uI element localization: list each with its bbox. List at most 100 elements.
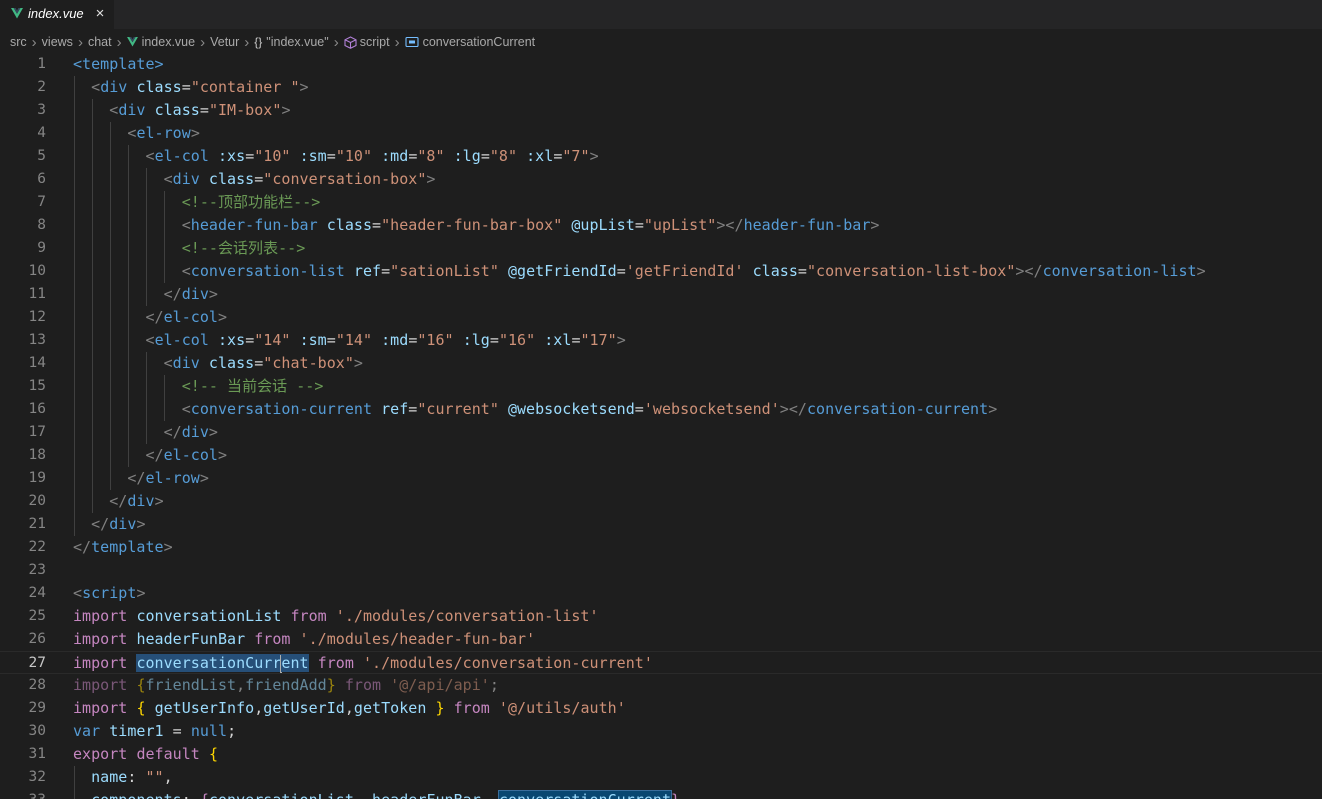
- breadcrumb-item[interactable]: index.vue: [126, 35, 195, 49]
- code-token: =: [616, 262, 626, 280]
- breadcrumb-label: src: [10, 35, 27, 49]
- code-line[interactable]: 16 <conversation-current ref="current" @…: [0, 398, 1322, 421]
- code-token: "upList": [643, 216, 717, 234]
- code-line[interactable]: 4 <el-row>: [0, 122, 1322, 145]
- code-line[interactable]: 8 <header-fun-bar class="header-fun-bar-…: [0, 214, 1322, 237]
- chevron-right-icon: ›: [394, 33, 400, 51]
- code-line[interactable]: 27 import conversationCurrent from './mod…: [0, 651, 1322, 674]
- code-line[interactable]: 17 </div>: [0, 421, 1322, 444]
- code-token: @getFriendId: [507, 262, 617, 280]
- code-token: :sm: [299, 331, 327, 349]
- code-token: =: [797, 262, 807, 280]
- line-number: 17: [28, 424, 46, 440]
- code-line[interactable]: 32 name: "",: [0, 766, 1322, 789]
- code-line[interactable]: 30 var timer1 = null;: [0, 720, 1322, 743]
- code-token: div: [181, 423, 209, 441]
- code-token: >: [589, 147, 599, 165]
- code-line[interactable]: 23: [0, 559, 1322, 582]
- tab-index-vue[interactable]: index.vue ×: [0, 0, 114, 29]
- code-token: :lg: [462, 331, 490, 349]
- code-text: <el-col :xs="14" :sm="14" :md="16" :lg="…: [73, 329, 626, 352]
- code-token: <: [91, 78, 101, 96]
- code-token: =: [181, 78, 191, 96]
- code-text: <el-row>: [73, 122, 200, 145]
- code-line[interactable]: 33 components: {conversationList, header…: [0, 789, 1322, 799]
- code-line[interactable]: 13 <el-col :xs="14" :sm="14" :md="16" :l…: [0, 329, 1322, 352]
- code-token: div: [118, 101, 146, 119]
- code-token: header-fun-bar: [190, 216, 318, 234]
- line-number: 25: [28, 608, 46, 624]
- chevron-right-icon: ›: [244, 33, 250, 51]
- breadcrumb-item[interactable]: chat: [88, 35, 112, 49]
- code-token: conversation-current: [190, 400, 373, 418]
- close-icon[interactable]: ×: [92, 5, 108, 23]
- code-token: class: [208, 170, 255, 188]
- variable-icon: [405, 36, 419, 48]
- breadcrumb-item[interactable]: Vetur: [210, 35, 239, 49]
- code-token: div: [127, 492, 155, 510]
- code-line[interactable]: 26 import headerFunBar from './modules/he…: [0, 628, 1322, 651]
- code-line[interactable]: 21 </div>: [0, 513, 1322, 536]
- code-token: './modules/header-fun-bar': [299, 630, 536, 648]
- code-line[interactable]: 29 import { getUserInfo,getUserId,getToke…: [0, 697, 1322, 720]
- line-number: 1: [37, 56, 46, 72]
- code-line[interactable]: 9 <!--会话列表-->: [0, 237, 1322, 260]
- code-line[interactable]: 14 <div class="chat-box">: [0, 352, 1322, 375]
- code-line[interactable]: 3 <div class="IM-box">: [0, 99, 1322, 122]
- code-line[interactable]: 31 export default {: [0, 743, 1322, 766]
- code-editor[interactable]: 1 <template> 2 <div class="container "> 3 <…: [0, 53, 1322, 799]
- code-token: }: [435, 699, 445, 717]
- code-line[interactable]: 6 <div class="conversation-box">: [0, 168, 1322, 191]
- code-line[interactable]: 28 import {friendList,friendAdd} from '@/…: [0, 674, 1322, 697]
- code-line[interactable]: 1 <template>: [0, 53, 1322, 76]
- code-text: </el-row>: [73, 467, 209, 490]
- code-token: import: [73, 630, 128, 648]
- code-token: </: [145, 308, 164, 326]
- code-token: </: [91, 515, 110, 533]
- code-token: "17": [580, 331, 617, 349]
- code-line[interactable]: 2 <div class="container ">: [0, 76, 1322, 99]
- line-number: 9: [37, 240, 46, 256]
- code-text: import conversationCurrent from './modul…: [73, 652, 653, 675]
- breadcrumb-item[interactable]: views: [42, 35, 73, 49]
- code-line[interactable]: 5 <el-col :xs="10" :sm="10" :md="8" :lg=…: [0, 145, 1322, 168]
- code-line[interactable]: 11 </div>: [0, 283, 1322, 306]
- code-line[interactable]: 24 <script>: [0, 582, 1322, 605]
- code-line[interactable]: 19 </el-row>: [0, 467, 1322, 490]
- code-line[interactable]: 15 <!-- 当前会话 -->: [0, 375, 1322, 398]
- code-line[interactable]: 25 import conversationList from './module…: [0, 605, 1322, 628]
- code-token: getUserId: [263, 699, 345, 717]
- code-token: >: [208, 285, 218, 303]
- code-line[interactable]: 18 </el-col>: [0, 444, 1322, 467]
- code-text: import conversationList from './modules/…: [73, 605, 599, 628]
- line-number: 29: [28, 700, 46, 716]
- code-text: </div>: [73, 421, 218, 444]
- code-token: :md: [381, 147, 409, 165]
- breadcrumb-item[interactable]: conversationCurrent: [405, 35, 535, 49]
- breadcrumb-item[interactable]: script: [344, 35, 390, 49]
- code-line[interactable]: 12 </el-col>: [0, 306, 1322, 329]
- code-token: import: [73, 699, 128, 717]
- line-number: 15: [28, 378, 46, 394]
- code-line[interactable]: 22 </template>: [0, 536, 1322, 559]
- code-line[interactable]: 7 <!--顶部功能栏-->: [0, 191, 1322, 214]
- code-text: components: {conversationList, headerFun…: [73, 789, 680, 799]
- code-token: div: [172, 354, 200, 372]
- code-line[interactable]: 20 </div>: [0, 490, 1322, 513]
- line-number: 10: [28, 263, 46, 279]
- code-token: class: [752, 262, 798, 280]
- breadcrumb-item[interactable]: src: [10, 35, 27, 49]
- breadcrumb-item[interactable]: {} "index.vue": [254, 35, 328, 49]
- code-token: ,: [344, 699, 354, 717]
- code-token: =: [254, 354, 264, 372]
- code-token: <: [163, 170, 173, 188]
- code-line[interactable]: 10 <conversation-list ref="sationList" @…: [0, 260, 1322, 283]
- code-token: :sm: [299, 147, 327, 165]
